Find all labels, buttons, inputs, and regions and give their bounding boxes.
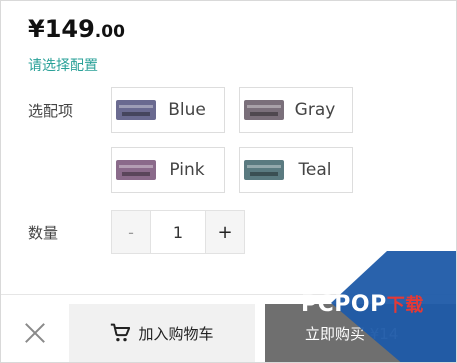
product-options-sheet: ¥149.00 请选择配置 选配项 Blue Gray Pink Teal 数量… — [0, 0, 457, 363]
select-config-hint: 请选择配置 — [28, 58, 98, 74]
decrement-button[interactable]: - — [112, 211, 150, 253]
option-label: Pink — [169, 160, 205, 180]
quantity-label: 数量 — [28, 224, 59, 242]
option-thumbnail — [116, 160, 156, 180]
option-gray[interactable]: Gray — [239, 87, 353, 133]
close-icon[interactable] — [23, 321, 47, 345]
option-thumbnail — [244, 160, 284, 180]
watermark-text: PCPOP下载 — [301, 292, 424, 317]
option-teal[interactable]: Teal — [239, 147, 353, 193]
option-pink[interactable]: Pink — [111, 147, 225, 193]
quantity-stepper: - 1 + — [111, 210, 245, 254]
price: ¥149.00 — [28, 15, 125, 43]
increment-button[interactable]: + — [206, 211, 244, 253]
option-label: Teal — [298, 160, 332, 180]
option-blue[interactable]: Blue — [111, 87, 225, 133]
options-label: 选配项 — [28, 102, 74, 120]
add-to-cart-button[interactable]: 加入购物车 — [69, 304, 255, 362]
price-main: ¥149 — [28, 15, 95, 43]
option-label: Blue — [168, 100, 206, 120]
option-thumbnail — [116, 100, 156, 120]
price-decimal: .00 — [94, 22, 125, 42]
cart-icon — [111, 323, 131, 342]
quantity-value[interactable]: 1 — [150, 211, 206, 253]
option-thumbnail — [244, 100, 284, 120]
option-label: Gray — [294, 100, 336, 120]
add-to-cart-label: 加入购物车 — [138, 324, 214, 343]
